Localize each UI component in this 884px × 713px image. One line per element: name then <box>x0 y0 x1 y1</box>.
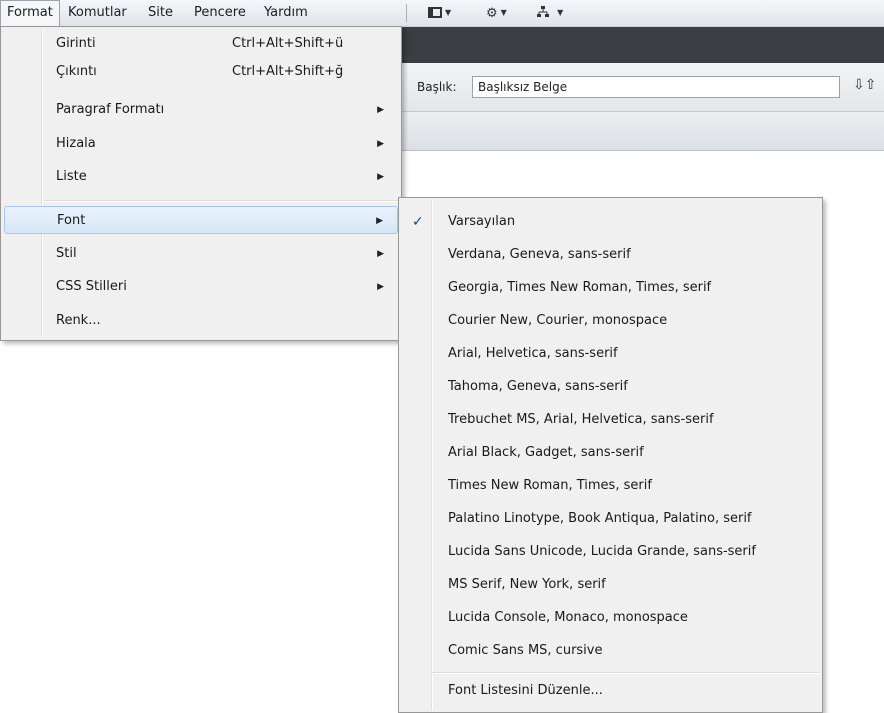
menu-separator <box>45 200 398 202</box>
font-item-arial-black[interactable]: Arial Black, Gadget, sans-serif <box>402 439 819 467</box>
font-submenu: ✓ Varsayılan Verdana, Geneva, sans-serif… <box>398 197 823 713</box>
font-item-courier-new[interactable]: Courier New, Courier, monospace <box>402 307 819 335</box>
menu-item-label: Liste <box>56 169 87 184</box>
menu-item-label: Girinti <box>56 36 96 51</box>
menu-item-label: CSS Stilleri <box>56 279 127 294</box>
font-item-trebuchet[interactable]: Trebuchet MS, Arial, Helvetica, sans-ser… <box>402 406 819 434</box>
menu-item-girinti[interactable]: Girinti Ctrl+Alt+Shift+ü <box>4 30 398 58</box>
font-item-label: Arial, Helvetica, sans-serif <box>448 346 618 361</box>
font-item-edit-list[interactable]: Font Listesini Düzenle... <box>402 677 819 705</box>
menu-site[interactable]: Site <box>142 0 179 26</box>
font-item-varsayilan[interactable]: ✓ Varsayılan <box>402 208 819 236</box>
chevron-down-icon: ▼ <box>557 8 564 17</box>
submenu-arrow-icon: ▶ <box>377 282 384 292</box>
font-item-label: MS Serif, New York, serif <box>448 577 606 592</box>
menu-pencere[interactable]: Pencere <box>188 0 252 26</box>
font-item-label: Comic Sans MS, cursive <box>448 643 603 658</box>
chevron-down-icon: ▼ <box>500 8 507 17</box>
menu-format[interactable]: Format <box>0 0 60 26</box>
font-item-lucida-console[interactable]: Lucida Console, Monaco, monospace <box>402 604 819 632</box>
font-item-label: Palatino Linotype, Book Antiqua, Palatin… <box>448 511 752 526</box>
font-item-ms-serif[interactable]: MS Serif, New York, serif <box>402 571 819 599</box>
menu-item-cikinti[interactable]: Çıkıntı Ctrl+Alt+Shift+ğ <box>4 58 398 86</box>
submenu-arrow-icon: ▶ <box>377 139 384 149</box>
menu-separator <box>431 672 819 674</box>
menu-item-hizala[interactable]: Hizala ▶ <box>4 130 398 158</box>
menu-separator <box>406 4 407 22</box>
file-management-icon[interactable]: ⇩⇧ <box>853 77 876 93</box>
font-item-palatino[interactable]: Palatino Linotype, Book Antiqua, Palatin… <box>402 505 819 533</box>
font-item-tahoma[interactable]: Tahoma, Geneva, sans-serif <box>402 373 819 401</box>
gear-icon: ⚙ <box>486 6 498 21</box>
menu-item-label: Stil <box>56 246 77 261</box>
site-button[interactable]: ▼ <box>536 3 563 23</box>
font-item-label: Courier New, Courier, monospace <box>448 313 668 328</box>
layout-button[interactable]: ▼ <box>428 3 451 23</box>
menu-bar: Format Komutlar Site Pencere Yardım ▼ ⚙ ▼… <box>0 0 884 27</box>
menu-item-shortcut: Ctrl+Alt+Shift+ü <box>232 36 344 51</box>
sitemap-icon <box>536 6 554 21</box>
menu-item-label: Renk... <box>56 313 101 328</box>
font-item-label: Lucida Sans Unicode, Lucida Grande, sans… <box>448 544 756 559</box>
submenu-arrow-icon: ▶ <box>376 216 383 226</box>
chevron-down-icon: ▼ <box>445 8 452 17</box>
checkmark-icon: ✓ <box>412 214 424 230</box>
font-item-label: Lucida Console, Monaco, monospace <box>448 610 688 625</box>
title-label: Başlık: <box>417 80 457 94</box>
font-item-arial[interactable]: Arial, Helvetica, sans-serif <box>402 340 819 368</box>
font-item-verdana[interactable]: Verdana, Geneva, sans-serif <box>402 241 819 269</box>
menu-item-font[interactable]: Font ▶ <box>4 206 398 234</box>
menu-item-label: Paragraf Formatı <box>56 102 165 117</box>
font-item-label: Times New Roman, Times, serif <box>448 478 652 493</box>
title-input[interactable] <box>472 76 840 98</box>
menu-komutlar[interactable]: Komutlar <box>62 0 133 26</box>
font-item-label: Arial Black, Gadget, sans-serif <box>448 445 644 460</box>
menu-item-stil[interactable]: Stil ▶ <box>4 240 398 268</box>
font-item-lucida-sans[interactable]: Lucida Sans Unicode, Lucida Grande, sans… <box>402 538 819 566</box>
font-item-times-new-roman[interactable]: Times New Roman, Times, serif <box>402 472 819 500</box>
menu-item-liste[interactable]: Liste ▶ <box>4 163 398 191</box>
layout-icon <box>428 7 442 18</box>
font-item-georgia[interactable]: Georgia, Times New Roman, Times, serif <box>402 274 819 302</box>
menu-yardim[interactable]: Yardım <box>258 0 314 26</box>
menu-item-label: Font <box>57 213 86 228</box>
menu-item-renk[interactable]: Renk... <box>4 307 398 335</box>
submenu-arrow-icon: ▶ <box>377 172 384 182</box>
menu-item-css-stilleri[interactable]: CSS Stilleri ▶ <box>4 273 398 301</box>
font-item-label: Font Listesini Düzenle... <box>448 683 603 698</box>
font-item-label: Georgia, Times New Roman, Times, serif <box>448 280 712 295</box>
menu-item-label: Çıkıntı <box>56 64 97 79</box>
font-item-label: Varsayılan <box>448 214 516 229</box>
format-menu: Girinti Ctrl+Alt+Shift+ü Çıkıntı Ctrl+Al… <box>0 26 402 341</box>
font-item-comic-sans[interactable]: Comic Sans MS, cursive <box>402 637 819 665</box>
submenu-arrow-icon: ▶ <box>377 105 384 115</box>
font-item-label: Verdana, Geneva, sans-serif <box>448 247 631 262</box>
menu-item-label: Hizala <box>56 136 96 151</box>
font-item-label: Tahoma, Geneva, sans-serif <box>448 379 628 394</box>
font-item-label: Trebuchet MS, Arial, Helvetica, sans-ser… <box>448 412 714 427</box>
extensions-button[interactable]: ⚙ ▼ <box>486 3 507 23</box>
menu-item-paragraf-formati[interactable]: Paragraf Formatı ▶ <box>4 96 398 124</box>
submenu-arrow-icon: ▶ <box>377 249 384 259</box>
menu-item-shortcut: Ctrl+Alt+Shift+ğ <box>232 64 344 79</box>
